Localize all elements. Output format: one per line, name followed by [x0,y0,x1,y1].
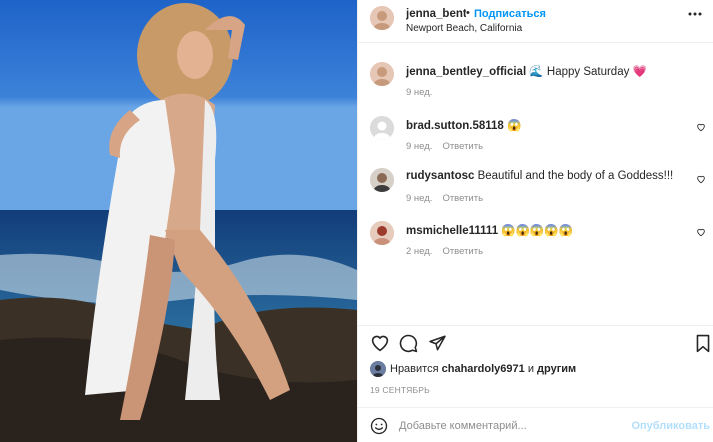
comment-body: 😱😱😱😱😱 [498,225,573,237]
like-comment-heart-icon[interactable] [696,227,706,237]
comment-meta: 2 нед. Ответить [406,246,483,257]
comment-username[interactable]: rudysantosc [406,170,474,182]
comment-time[interactable]: 9 нед. [406,141,432,152]
likes-prefix: Нравится [390,363,442,375]
liker-username[interactable]: chahardoly6971 [442,363,525,375]
comment-time[interactable]: 9 нед. [406,193,432,204]
comment-body: Beautiful and the body of a Goddess!!! [474,170,674,182]
comment-input[interactable]: Добавьте комментарий... [399,420,527,432]
comment-body: 😱 [503,120,522,132]
more-options-icon[interactable] [687,10,703,18]
post-header: jenna_bentley_official • Подписаться New… [358,0,713,43]
add-comment-bar: Добавьте комментарий... Опубликовать [358,407,713,442]
post-photo[interactable] [0,0,357,442]
like-heart-icon[interactable] [370,334,390,352]
wave-emoji: 🌊 [529,66,544,78]
publish-button[interactable]: Опубликовать [631,420,710,432]
comment-avatar[interactable] [370,116,394,140]
post-date[interactable]: 19 СЕНТЯБРЬ [370,385,430,395]
like-comment-heart-icon[interactable] [696,122,706,132]
caption-meta: 9 нед. [406,87,432,98]
comment-avatar[interactable] [370,221,394,245]
comment-meta: 9 нед. Ответить [406,193,483,204]
reply-button[interactable]: Ответить [442,246,483,257]
caption-text: jenna_bentley_official 🌊 Happy Saturday … [406,64,647,78]
likes-others-link[interactable]: другим [537,363,576,375]
comment-username[interactable]: brad.sutton.58118 [406,120,504,132]
author-avatar[interactable] [370,6,394,30]
header-separator: • [466,7,470,19]
post-actions [358,325,713,355]
comment-username[interactable]: msmichelle11111 [406,225,498,237]
reply-button[interactable]: Ответить [442,193,483,204]
caption-avatar[interactable] [370,62,394,86]
likes-text: Нравится chahardoly6971 и другим [390,363,576,375]
emoji-smile-icon[interactable] [370,417,388,435]
comment-meta: 9 нед. Ответить [406,141,483,152]
caption-body: Happy Saturday [543,66,633,78]
comment-avatar[interactable] [370,168,394,192]
save-bookmark-icon[interactable] [695,334,711,353]
comment-time[interactable]: 2 нед. [406,246,432,257]
heart-emoji: 💗 [632,66,647,78]
comment-bubble-icon[interactable] [399,334,418,353]
caption-time[interactable]: 9 нед. [406,87,432,98]
share-send-icon[interactable] [428,334,447,352]
caption-username[interactable]: jenna_bentley_official [406,66,526,78]
liker-avatar[interactable] [370,361,386,377]
like-comment-heart-icon[interactable] [696,174,706,184]
comment-text: brad.sutton.58118 😱 [406,118,521,132]
post-image [0,0,357,442]
reply-button[interactable]: Ответить [442,141,483,152]
comment-text: msmichelle11111 😱😱😱😱😱 [406,223,573,237]
author-username[interactable]: jenna_bentley_official [406,8,466,20]
follow-button[interactable]: Подписаться [474,8,546,20]
post-panel: jenna_bentley_official • Подписаться New… [357,0,713,442]
post-location[interactable]: Newport Beach, California [406,23,522,34]
comment-text: rudysantosc Beautiful and the body of a … [406,170,673,182]
likes-suffix: и [524,363,538,375]
